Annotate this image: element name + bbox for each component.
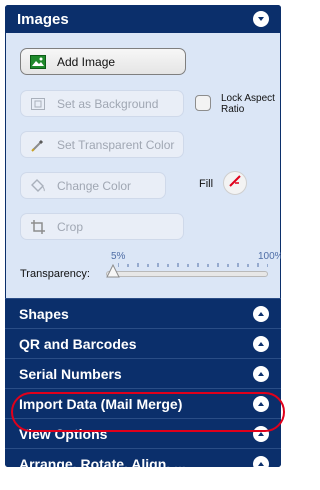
side-panel: Images Add Image Set as Background Lock … [5, 5, 281, 467]
section-serial-label: Serial Numbers [19, 365, 122, 382]
lock-aspect-line1: Lock Aspect [221, 93, 275, 104]
transparency-slider[interactable] [106, 271, 268, 277]
eyedropper-icon [29, 136, 47, 154]
section-view-label: View Options [19, 425, 108, 442]
chevron-up-icon[interactable] [253, 335, 269, 352]
fill-color-button[interactable] [223, 171, 247, 195]
chevron-up-icon[interactable] [253, 305, 269, 322]
images-panel-body: Add Image Set as Background Lock Aspect … [5, 33, 281, 298]
section-arrange[interactable]: Arrange, Rotate, Align, ... [5, 448, 281, 467]
section-qr-barcodes[interactable]: QR and Barcodes [5, 328, 281, 358]
change-color-label: Change Color [57, 178, 132, 193]
transparency-label: Transparency: [20, 268, 90, 280]
set-transparent-color-label: Set Transparent Color [57, 137, 175, 152]
images-header[interactable]: Images [5, 5, 281, 33]
section-arrange-label: Arrange, Rotate, Align, ... [19, 455, 186, 468]
chevron-up-icon[interactable] [253, 455, 269, 467]
no-fill-icon [228, 174, 242, 193]
section-view-options[interactable]: View Options [5, 418, 281, 448]
set-as-background-label: Set as Background [57, 96, 159, 111]
set-transparent-color-button[interactable]: Set Transparent Color [20, 131, 184, 158]
chevron-up-icon[interactable] [253, 395, 269, 412]
fill-label: Fill [199, 178, 214, 190]
transparency-ticks [118, 263, 268, 267]
section-qr-label: QR and Barcodes [19, 335, 137, 352]
images-title: Images [17, 10, 69, 28]
transparency-max-label: 100% [258, 251, 281, 262]
lock-aspect-ratio-checkbox[interactable] [195, 95, 211, 111]
lock-aspect-line2: Ratio [221, 104, 245, 115]
lock-aspect-ratio-label: Lock Aspect Ratio [221, 93, 275, 115]
paint-bucket-icon [29, 177, 47, 195]
image-icon [29, 53, 47, 71]
add-image-button[interactable]: Add Image [20, 48, 186, 75]
section-import-label: Import Data (Mail Merge) [19, 395, 183, 412]
sections-list: Shapes QR and Barcodes Serial Numbers Im… [5, 298, 281, 467]
change-color-button[interactable]: Change Color [20, 172, 166, 199]
crop-icon [29, 218, 47, 236]
set-as-background-button[interactable]: Set as Background [20, 90, 184, 117]
section-serial-numbers[interactable]: Serial Numbers [5, 358, 281, 388]
transparency-min-label: 5% [111, 251, 126, 262]
slider-thumb[interactable] [106, 263, 120, 283]
chevron-up-icon[interactable] [253, 365, 269, 382]
chevron-up-icon[interactable] [253, 425, 269, 442]
section-shapes[interactable]: Shapes [5, 298, 281, 328]
section-shapes-label: Shapes [19, 305, 69, 322]
section-import-data[interactable]: Import Data (Mail Merge) [5, 388, 281, 418]
background-image-icon [29, 95, 47, 113]
add-image-label: Add Image [57, 54, 116, 69]
crop-button[interactable]: Crop [20, 213, 184, 240]
chevron-down-icon[interactable] [253, 11, 269, 27]
crop-label: Crop [57, 219, 84, 234]
